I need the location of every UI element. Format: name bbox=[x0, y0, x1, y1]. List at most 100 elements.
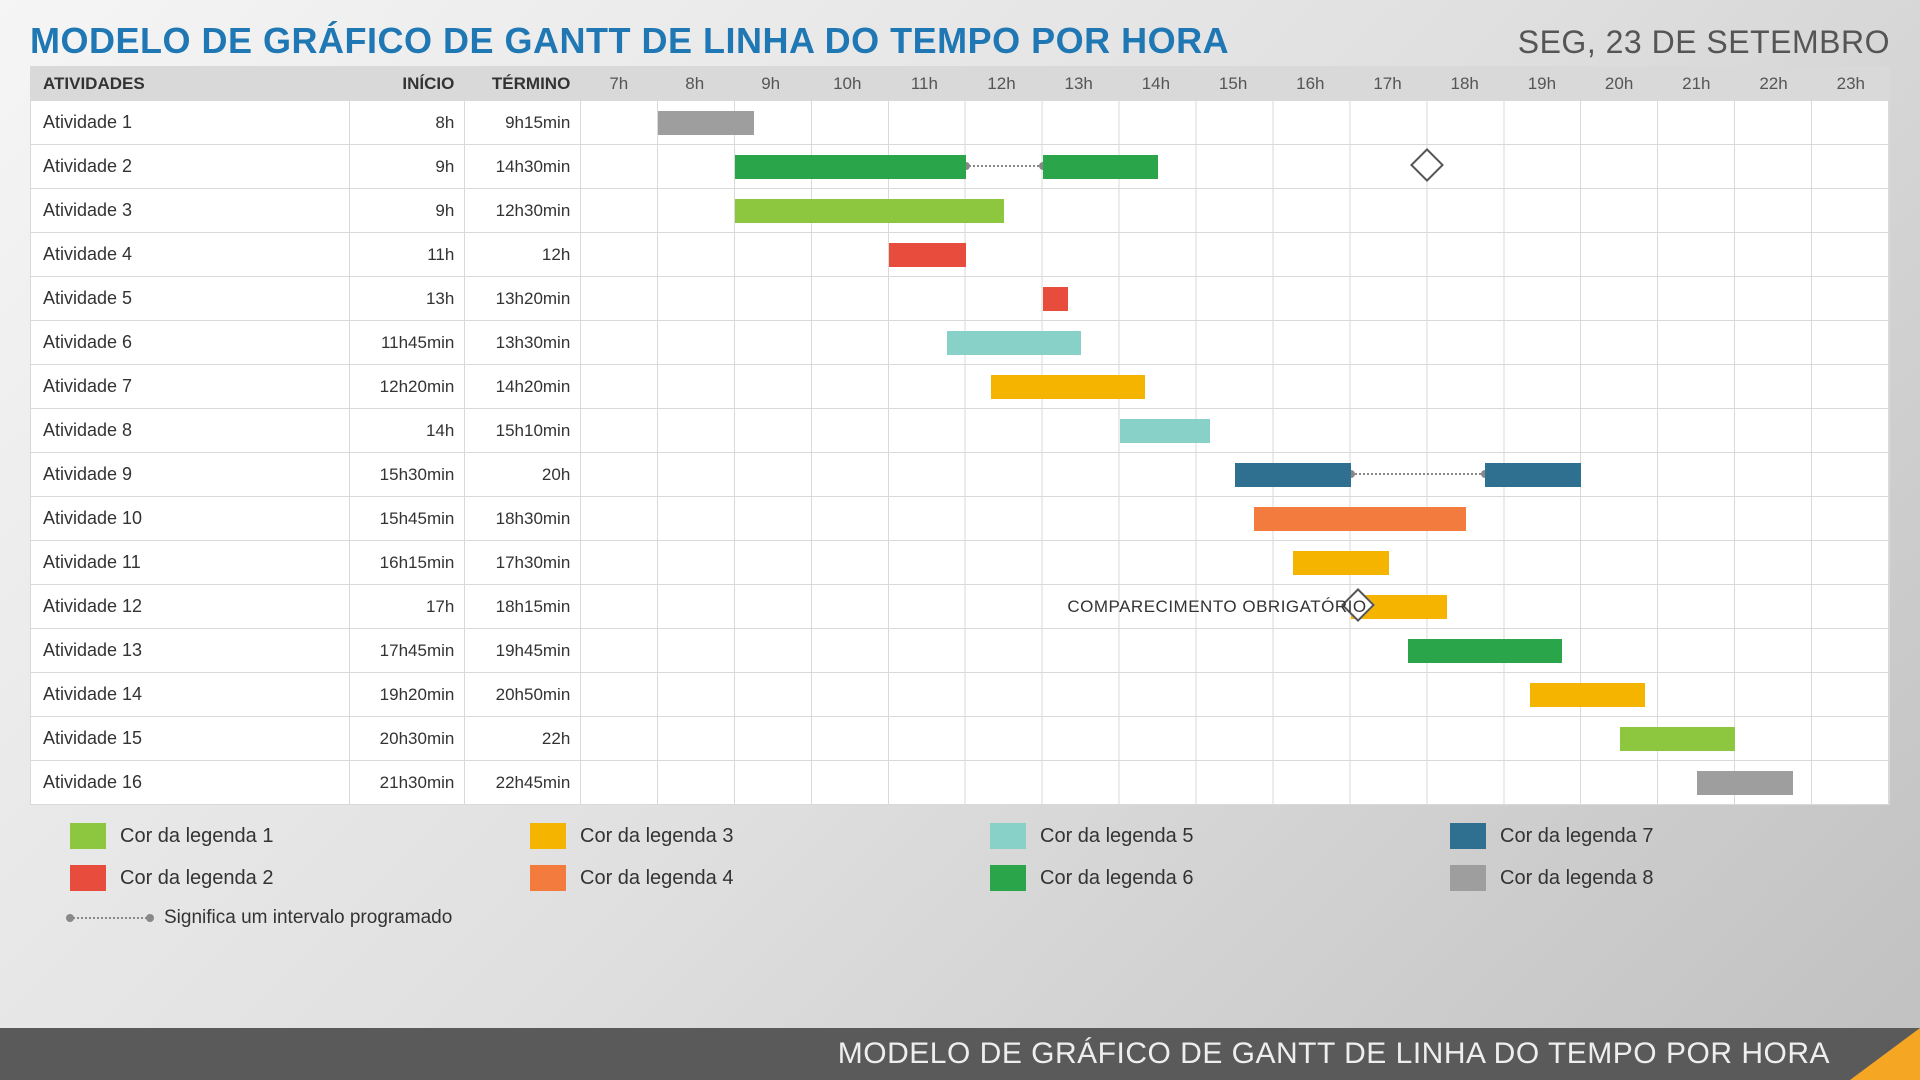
table-row: Atividade 513h13h20min bbox=[31, 277, 1890, 321]
gantt-bar bbox=[658, 111, 754, 135]
legend-label: Cor da legenda 2 bbox=[120, 867, 273, 890]
gantt-bar bbox=[1408, 639, 1562, 663]
hour-header: 10h bbox=[809, 67, 886, 101]
end-time: 12h bbox=[465, 233, 581, 277]
legend-label: Cor da legenda 8 bbox=[1500, 867, 1653, 890]
start-time: 12h20min bbox=[349, 365, 464, 409]
end-time: 12h30min bbox=[465, 189, 581, 233]
gantt-bar bbox=[735, 155, 966, 179]
activity-name: Atividade 4 bbox=[31, 233, 350, 277]
date-label: SEG, 23 DE SETEMBRO bbox=[1518, 24, 1890, 61]
end-time: 20h bbox=[465, 453, 581, 497]
legend-item: Cor da legenda 1 bbox=[70, 823, 450, 849]
legend-item: Cor da legenda 4 bbox=[530, 865, 910, 891]
legend-item: Cor da legenda 5 bbox=[990, 823, 1370, 849]
hour-header: 16h bbox=[1272, 67, 1349, 101]
bar-cell bbox=[581, 101, 1890, 145]
gantt-bar bbox=[947, 331, 1082, 355]
hour-header: 9h bbox=[733, 67, 809, 101]
legend-swatch-icon bbox=[530, 865, 566, 891]
end-time: 18h30min bbox=[465, 497, 581, 541]
start-time: 11h bbox=[349, 233, 464, 277]
end-time: 22h45min bbox=[465, 761, 581, 805]
hour-header: 15h bbox=[1195, 67, 1272, 101]
end-time: 18h15min bbox=[465, 585, 581, 629]
start-time: 15h45min bbox=[349, 497, 464, 541]
legend-swatch-icon bbox=[70, 865, 106, 891]
start-time: 16h15min bbox=[349, 541, 464, 585]
activity-name: Atividade 9 bbox=[31, 453, 350, 497]
bar-cell bbox=[581, 761, 1890, 805]
gantt-bar bbox=[889, 243, 966, 267]
milestone-note: COMPARECIMENTO OBRIGATÓRIO bbox=[1067, 597, 1366, 617]
bar-cell bbox=[581, 409, 1890, 453]
end-time: 14h20min bbox=[465, 365, 581, 409]
start-time: 19h20min bbox=[349, 673, 464, 717]
start-time: 15h30min bbox=[349, 453, 464, 497]
activity-name: Atividade 6 bbox=[31, 321, 350, 365]
activity-name: Atividade 15 bbox=[31, 717, 350, 761]
bar-cell bbox=[581, 629, 1890, 673]
page-title: MODELO DE GRÁFICO DE GANTT DE LINHA DO T… bbox=[30, 20, 1229, 62]
gantt-bar bbox=[1697, 771, 1793, 795]
activity-name: Atividade 13 bbox=[31, 629, 350, 673]
table-row: Atividade 1621h30min22h45min bbox=[31, 761, 1890, 805]
hour-header: 17h bbox=[1349, 67, 1426, 101]
activity-name: Atividade 14 bbox=[31, 673, 350, 717]
table-row: Atividade 1419h20min20h50min bbox=[31, 673, 1890, 717]
legend-item: Cor da legenda 2 bbox=[70, 865, 450, 891]
col-end-header: TÉRMINO bbox=[465, 67, 581, 101]
legend-item: Cor da legenda 6 bbox=[990, 865, 1370, 891]
bar-cell bbox=[581, 189, 1890, 233]
footer-accent-icon bbox=[1850, 1028, 1920, 1080]
bar-cell bbox=[581, 233, 1890, 277]
bar-cell bbox=[581, 145, 1890, 189]
activity-name: Atividade 5 bbox=[31, 277, 350, 321]
table-row: Atividade 1217h18h15minCOMPARECIMENTO OB… bbox=[31, 585, 1890, 629]
hour-header: 7h bbox=[581, 67, 657, 101]
hour-header: 14h bbox=[1117, 67, 1194, 101]
table-row: Atividade 712h20min14h20min bbox=[31, 365, 1890, 409]
legend-label: Cor da legenda 6 bbox=[1040, 867, 1193, 890]
table-row: Atividade 611h45min13h30min bbox=[31, 321, 1890, 365]
bar-cell: COMPARECIMENTO OBRIGATÓRIO bbox=[581, 585, 1890, 629]
gantt-bar bbox=[1043, 155, 1158, 179]
end-time: 22h bbox=[465, 717, 581, 761]
legend: Cor da legenda 1 Cor da legenda 3 Cor da l… bbox=[30, 823, 1890, 929]
end-time: 17h30min bbox=[465, 541, 581, 585]
start-time: 17h45min bbox=[349, 629, 464, 673]
bar-cell bbox=[581, 497, 1890, 541]
table-row: Atividade 29h14h30min bbox=[31, 145, 1890, 189]
legend-item: Cor da legenda 8 bbox=[1450, 865, 1830, 891]
legend-label: Cor da legenda 7 bbox=[1500, 825, 1653, 848]
hour-header: 22h bbox=[1735, 67, 1812, 101]
gantt-bar bbox=[1530, 683, 1645, 707]
hour-header: 18h bbox=[1426, 67, 1503, 101]
interval-marker bbox=[966, 165, 1043, 167]
hour-header: 13h bbox=[1040, 67, 1117, 101]
activity-name: Atividade 7 bbox=[31, 365, 350, 409]
start-time: 13h bbox=[349, 277, 464, 321]
activity-name: Atividade 10 bbox=[31, 497, 350, 541]
bar-cell bbox=[581, 321, 1890, 365]
activity-name: Atividade 12 bbox=[31, 585, 350, 629]
end-time: 15h10min bbox=[465, 409, 581, 453]
legend-label: Cor da legenda 5 bbox=[1040, 825, 1193, 848]
bar-cell bbox=[581, 717, 1890, 761]
legend-item: Cor da legenda 3 bbox=[530, 823, 910, 849]
table-row: Atividade 814h15h10min bbox=[31, 409, 1890, 453]
bar-cell bbox=[581, 365, 1890, 409]
end-time: 9h15min bbox=[465, 101, 581, 145]
start-time: 21h30min bbox=[349, 761, 464, 805]
table-row: Atividade 1015h45min18h30min bbox=[31, 497, 1890, 541]
bar-cell bbox=[581, 673, 1890, 717]
bar-cell bbox=[581, 277, 1890, 321]
gantt-bar bbox=[1293, 551, 1389, 575]
start-time: 8h bbox=[349, 101, 464, 145]
start-time: 11h45min bbox=[349, 321, 464, 365]
end-time: 13h20min bbox=[465, 277, 581, 321]
table-row: Atividade 411h12h bbox=[31, 233, 1890, 277]
legend-swatch-icon bbox=[1450, 823, 1486, 849]
end-time: 14h30min bbox=[465, 145, 581, 189]
gantt-bar bbox=[1485, 463, 1581, 487]
